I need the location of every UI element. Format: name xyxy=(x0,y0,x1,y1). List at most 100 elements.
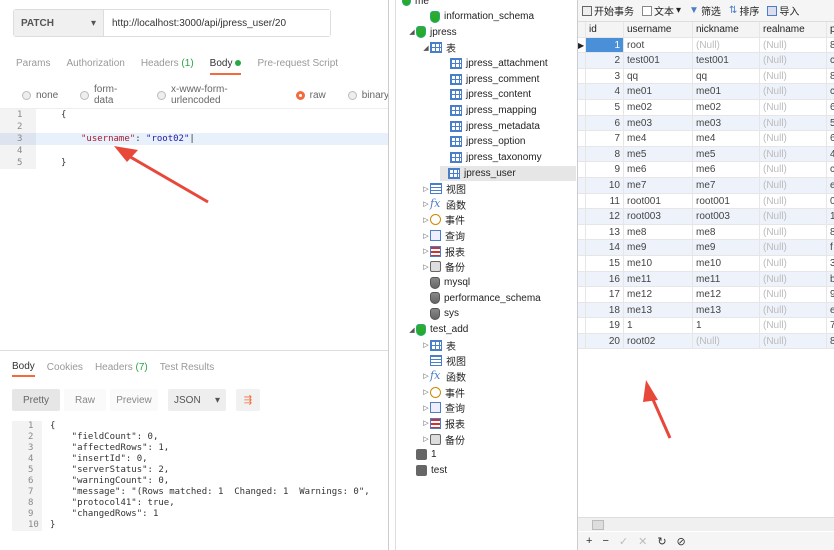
tree-item[interactable]: ▷ 视图 xyxy=(422,181,466,196)
cell-realname[interactable]: (Null) xyxy=(760,37,827,53)
stop-icon[interactable]: ⊘ xyxy=(677,535,686,548)
preview-button[interactable]: Preview xyxy=(110,389,158,411)
format-select[interactable]: JSON ▾ xyxy=(168,389,226,411)
table-row[interactable]: 2test001test001(Null)c xyxy=(578,53,834,69)
cell-realname[interactable]: (Null) xyxy=(760,224,827,240)
tree-toggle-icon[interactable]: ◢ xyxy=(422,44,430,52)
table-row[interactable]: 9me6me6(Null)c xyxy=(578,162,834,178)
cell-nickname[interactable]: me13 xyxy=(693,302,760,318)
cell-p[interactable]: c xyxy=(827,84,834,99)
tree-item[interactable]: ▷ 事件 xyxy=(422,385,465,400)
cell-p[interactable]: 7 xyxy=(827,318,834,333)
cell-p[interactable]: f xyxy=(827,240,834,255)
tree-item[interactable]: 1 xyxy=(408,447,437,462)
tree-toggle-icon[interactable]: ▷ xyxy=(422,388,430,396)
cell-p[interactable]: 5 xyxy=(827,116,834,131)
table-row[interactable]: 5me02me02(Null)6 xyxy=(578,99,834,116)
cell-realname[interactable]: (Null) xyxy=(760,333,827,349)
cell-nickname[interactable]: me03 xyxy=(693,115,760,131)
column-header-nickname[interactable]: nickname xyxy=(693,22,760,37)
cell-nickname[interactable]: me7 xyxy=(693,177,760,193)
tree-item[interactable]: jpress_taxonomy xyxy=(442,150,542,165)
cell-username[interactable]: root02 xyxy=(624,333,693,349)
cell-id[interactable]: 16 xyxy=(586,271,624,287)
cell-p[interactable]: 3 xyxy=(827,256,834,271)
method-select[interactable]: PATCH ▾ xyxy=(14,10,104,36)
sort-button[interactable]: ⇅ 排序 xyxy=(729,3,759,18)
cell-id[interactable]: 7 xyxy=(586,131,624,146)
text-button[interactable]: 文本 ▾ xyxy=(642,3,681,18)
tree-item[interactable]: ▷ 报表 xyxy=(422,416,465,431)
cell-username[interactable]: root003 xyxy=(624,209,693,224)
tree-toggle-icon[interactable]: ▷ xyxy=(422,216,430,224)
tab-authorization[interactable]: Authorization xyxy=(66,55,124,75)
cell-realname[interactable]: (Null) xyxy=(760,271,827,287)
cell-p[interactable]: 9 xyxy=(827,287,834,302)
tree-item[interactable]: information_schema xyxy=(422,9,534,24)
cell-nickname[interactable]: root003 xyxy=(693,209,760,224)
cell-realname[interactable]: (Null) xyxy=(760,68,827,84)
horizontal-scrollbar[interactable] xyxy=(578,517,834,531)
body-type-form-data[interactable]: form-data xyxy=(80,84,135,106)
cell-username[interactable]: me5 xyxy=(624,146,693,162)
body-type-x-www-form-urlencoded[interactable]: x-www-form-urlencoded xyxy=(157,84,273,106)
column-header-id[interactable]: id xyxy=(586,22,624,37)
tree-top-partial[interactable]: me xyxy=(402,0,429,9)
tree-toggle-icon[interactable]: ▷ xyxy=(422,404,430,412)
cell-realname[interactable]: (Null) xyxy=(760,193,827,209)
cell-username[interactable]: me03 xyxy=(624,115,693,131)
raw-button[interactable]: Raw xyxy=(64,389,106,411)
cell-realname[interactable]: (Null) xyxy=(760,209,827,224)
cell-realname[interactable]: (Null) xyxy=(760,99,827,115)
cell-nickname[interactable]: qq xyxy=(693,68,760,84)
cell-realname[interactable]: (Null) xyxy=(760,318,827,333)
cell-username[interactable]: me13 xyxy=(624,302,693,318)
wrap-lines-icon[interactable]: ⇶ xyxy=(236,389,260,411)
table-row[interactable]: 4me01me01(Null)c xyxy=(578,84,834,100)
cell-nickname[interactable]: me02 xyxy=(693,99,760,115)
cell-username[interactable]: me9 xyxy=(624,240,693,255)
cell-p[interactable]: 8 xyxy=(827,69,834,84)
tree-item[interactable]: jpress_metadata xyxy=(442,119,540,134)
scrollbar-thumb[interactable] xyxy=(592,520,604,530)
cell-p[interactable]: 6 xyxy=(827,100,834,115)
cell-p[interactable]: e xyxy=(827,303,834,318)
cell-id[interactable]: 8 xyxy=(586,146,624,162)
cell-id[interactable]: 10 xyxy=(586,177,624,193)
table-row[interactable]: 8me5me5(Null)4 xyxy=(578,146,834,163)
cell-nickname[interactable]: root001 xyxy=(693,193,760,209)
table-row[interactable]: 6me03me03(Null)5 xyxy=(578,115,834,132)
cell-id[interactable]: 20 xyxy=(586,333,624,349)
tree-item[interactable]: 视图 xyxy=(422,353,466,368)
cell-username[interactable]: me02 xyxy=(624,99,693,115)
tab-pre-request-script[interactable]: Pre-request Script xyxy=(257,55,338,75)
pretty-button[interactable]: Pretty xyxy=(12,389,60,411)
cell-id[interactable]: 5 xyxy=(586,99,624,115)
cell-id[interactable]: 2 xyxy=(586,53,624,68)
cell-id[interactable]: 18 xyxy=(586,302,624,318)
cell-username[interactable]: me11 xyxy=(624,271,693,287)
cell-realname[interactable]: (Null) xyxy=(760,84,827,99)
url-input[interactable]: http://localhost:3000/api/jpress_user/20 xyxy=(104,10,330,36)
tab-body[interactable]: Body xyxy=(209,55,242,75)
table-row[interactable]: 1911(Null)7 xyxy=(578,318,834,334)
tree-item[interactable]: ◢ 表 xyxy=(422,40,456,55)
cell-id[interactable]: 13 xyxy=(586,224,624,240)
tree-toggle-icon[interactable]: ◢ xyxy=(408,28,416,36)
tree-toggle-icon[interactable]: ▷ xyxy=(422,435,430,443)
cell-p[interactable]: 1 xyxy=(827,209,834,224)
tree-item[interactable]: ▷ 事件 xyxy=(422,212,465,227)
cell-id[interactable]: 3 xyxy=(586,68,624,84)
cell-username[interactable]: me10 xyxy=(624,255,693,271)
table-row[interactable]: ▶1root(Null)(Null)8 xyxy=(578,37,834,54)
cell-nickname[interactable]: me5 xyxy=(693,146,760,162)
resp-tab-body[interactable]: Body xyxy=(12,358,35,377)
tree-item[interactable]: mysql xyxy=(422,275,470,290)
add-record-icon[interactable]: + xyxy=(586,535,592,547)
tree-item[interactable]: jpress_mapping xyxy=(442,103,537,118)
table-row[interactable]: 18me13me13(Null)e xyxy=(578,302,834,319)
refresh-icon[interactable]: ↻ xyxy=(657,535,666,548)
table-row[interactable]: 13me8me8(Null)8 xyxy=(578,224,834,241)
cell-nickname[interactable]: (Null) xyxy=(693,333,760,349)
cell-username[interactable]: root001 xyxy=(624,193,693,209)
